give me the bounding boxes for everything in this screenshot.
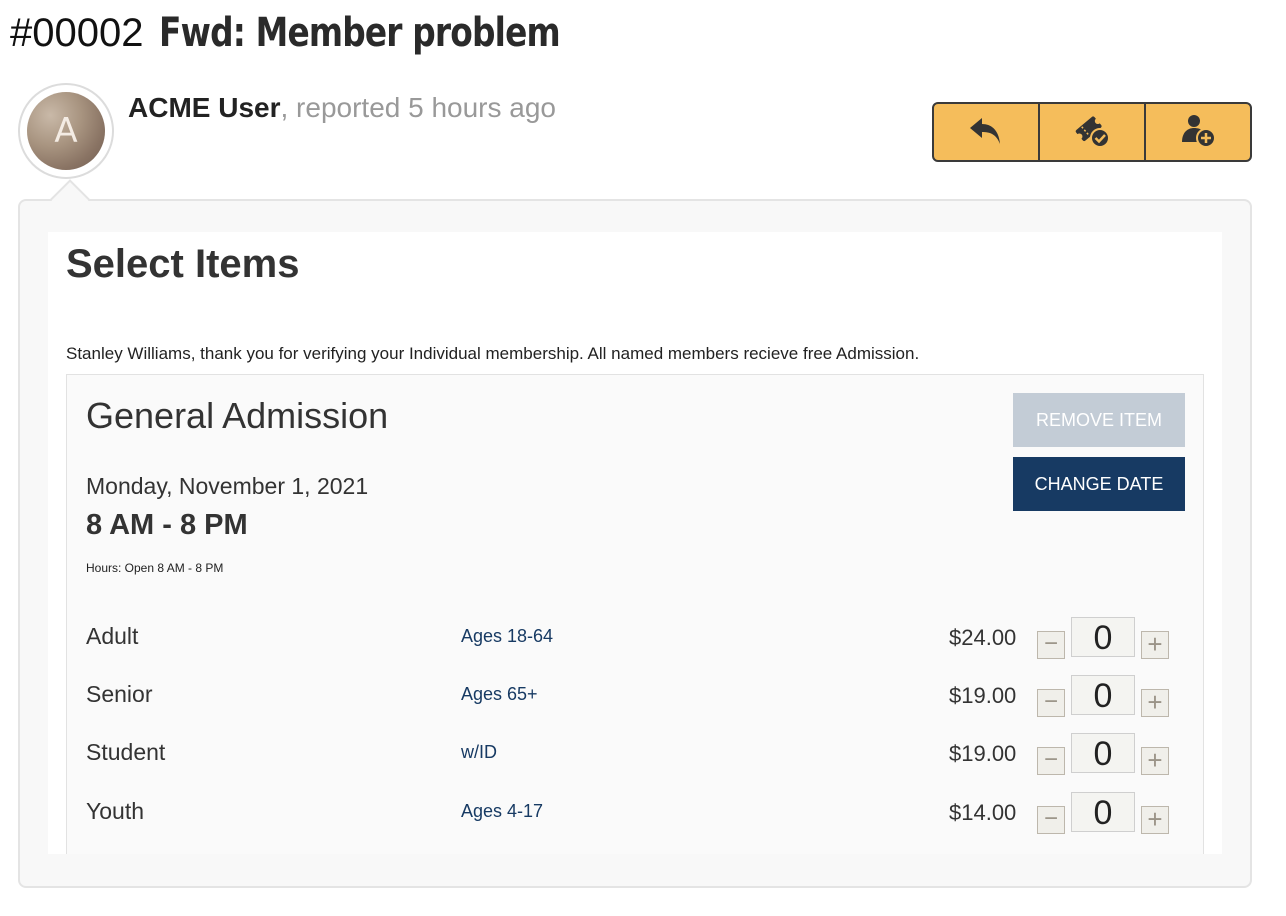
ticket-type-name: Senior: [86, 681, 153, 707]
ticket-action-group: [932, 102, 1252, 162]
quantity-increment-button[interactable]: +: [1141, 747, 1169, 775]
ticket-price: $19.00: [949, 683, 1017, 708]
reported-time: reported 5 hours ago: [288, 92, 557, 123]
quantity-decrement-button[interactable]: −: [1037, 747, 1065, 775]
ticket-type-desc: Ages 65+: [461, 684, 538, 704]
ticket-row: Senior Ages 65+ $19.00 − 0 +: [67, 675, 1205, 731]
ticket-type-desc: w/ID: [461, 742, 497, 762]
avatar: A: [18, 83, 114, 179]
change-date-button[interactable]: CHANGE DATE: [1013, 457, 1185, 511]
quantity-increment-button[interactable]: +: [1141, 806, 1169, 834]
ticket-type-desc: Ages 18-64: [461, 626, 554, 646]
admission-title: General Admission: [86, 395, 389, 436]
remove-item-button[interactable]: REMOVE ITEM: [1013, 393, 1185, 447]
general-admission-card: General Admission REMOVE ITEM CHANGE DAT…: [66, 374, 1204, 854]
ticket-row: Student w/ID $19.00 − 0 +: [67, 733, 1205, 789]
embedded-screenshot: Select Items Stanley Williams, thank you…: [48, 232, 1222, 854]
ticket-type-name: Youth: [86, 798, 144, 824]
quantity-input[interactable]: 0: [1071, 733, 1135, 773]
select-items-heading: Select Items: [66, 242, 300, 286]
quantity-decrement-button[interactable]: −: [1037, 806, 1065, 834]
quantity-increment-button[interactable]: +: [1141, 689, 1169, 717]
ticket-price: $14.00: [949, 800, 1017, 825]
quantity-input[interactable]: 0: [1071, 617, 1135, 657]
ticket-title: Fwd: Member problem: [159, 10, 561, 56]
author-name[interactable]: ACME User: [128, 92, 280, 123]
ticket-row: Adult Ages 18-64 $24.00 − 0 +: [67, 617, 1205, 673]
reply-button[interactable]: [934, 104, 1040, 160]
ticket-resolve-icon: [1070, 110, 1114, 155]
ticket-header: #00002 Fwd: Member problem: [10, 10, 648, 70]
ticket-id: #00002: [10, 11, 144, 55]
ticket-row: Youth Ages 4-17 $14.00 − 0 +: [67, 792, 1205, 848]
admission-time: 8 AM - 8 PM: [86, 509, 248, 541]
quantity-input[interactable]: 0: [1071, 792, 1135, 832]
admission-hours: Hours: Open 8 AM - 8 PM: [86, 561, 224, 575]
quantity-decrement-button[interactable]: −: [1037, 631, 1065, 659]
ticket-price: $19.00: [949, 741, 1017, 766]
admission-date: Monday, November 1, 2021: [86, 473, 369, 499]
byline: ACME User, reported 5 hours ago: [128, 92, 556, 124]
assign-user-button[interactable]: [1146, 104, 1250, 160]
resolve-ticket-button[interactable]: [1040, 104, 1146, 160]
quantity-input[interactable]: 0: [1071, 675, 1135, 715]
ticket-type-name: Adult: [86, 623, 139, 649]
ticket-price: $24.00: [949, 625, 1017, 650]
avatar-initial: A: [27, 92, 105, 170]
reply-icon: [966, 110, 1006, 155]
assign-user-icon: [1176, 110, 1220, 155]
quantity-increment-button[interactable]: +: [1141, 631, 1169, 659]
quantity-decrement-button[interactable]: −: [1037, 689, 1065, 717]
ticket-type-desc: Ages 4-17: [461, 801, 544, 821]
ticket-type-name: Student: [86, 739, 166, 765]
membership-verified-message: Stanley Williams, thank you for verifyin…: [66, 344, 920, 363]
